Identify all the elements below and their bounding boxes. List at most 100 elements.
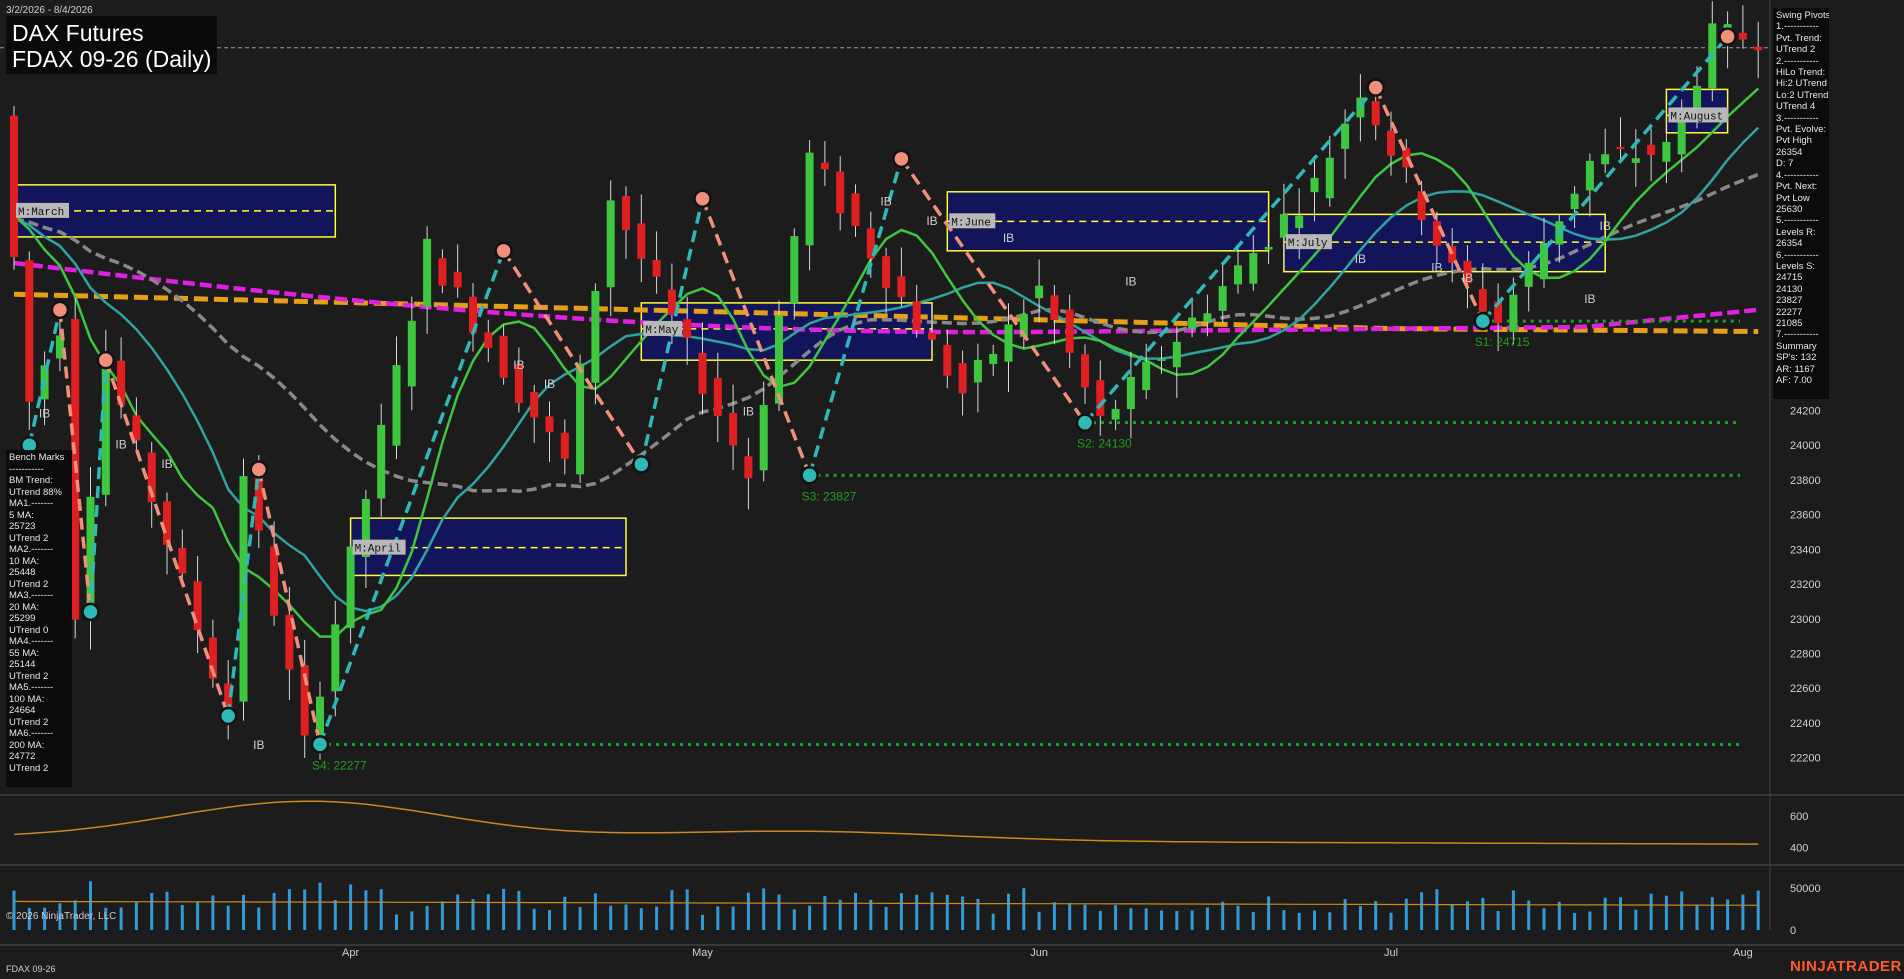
- swing-high-marker: [1366, 78, 1385, 97]
- swing-panel-line: Levels R:: [1776, 226, 1816, 238]
- support-level-label: S4: 22277: [312, 758, 367, 772]
- candle-body: [606, 200, 615, 288]
- bench-panel-line: UTrend 2: [9, 716, 49, 728]
- swing-panel-line: 1.-----------: [1776, 21, 1819, 33]
- candle-body: [958, 363, 967, 394]
- volume-bar: [226, 905, 230, 930]
- volume-bar: [1052, 902, 1056, 930]
- swing-panel-line: 5.-----------: [1776, 215, 1819, 227]
- y-tick-label: 23200: [1790, 579, 1821, 591]
- volume-bar: [349, 884, 353, 930]
- candle-body: [1234, 265, 1242, 285]
- candle-body: [1738, 32, 1747, 40]
- bench-panel-line: 55 MA:: [9, 647, 40, 659]
- swing-low-marker: [1473, 311, 1493, 331]
- swing-low-marker: [310, 735, 330, 754]
- price-chart[interactable]: M:March M:April M:May M:June M:July M:August S…: [0, 0, 1904, 979]
- volume-bar: [440, 901, 444, 930]
- ib-label: IB: [1431, 261, 1442, 275]
- ib-label: IB: [1125, 275, 1136, 289]
- candle-body: [1570, 193, 1579, 209]
- volume-bar: [1542, 908, 1546, 930]
- volume-bar: [1236, 905, 1240, 930]
- candle-body: [1157, 359, 1166, 361]
- candle-body: [1387, 130, 1395, 156]
- ib-label: IB: [513, 358, 524, 372]
- candle-body: [453, 271, 462, 288]
- volume-bar: [1129, 908, 1133, 930]
- volume-bar: [1098, 910, 1102, 930]
- volume-bar: [333, 899, 337, 930]
- bench-panel-line: BM Trend:: [9, 475, 53, 486]
- candle-body: [790, 236, 799, 304]
- atr-axis-label: 400: [1790, 842, 1808, 854]
- volume-bar: [272, 893, 276, 930]
- ib-label: IB: [1600, 219, 1611, 233]
- x-tick-label: Apr: [342, 947, 359, 959]
- swing-panel-line: D: 7: [1776, 158, 1794, 170]
- volume-bar: [1267, 896, 1271, 930]
- candle-body: [377, 424, 386, 499]
- volume-axis-label: 50000: [1790, 883, 1821, 895]
- volume-bar: [471, 899, 475, 930]
- swing-panel-line: AR: 1167: [1776, 363, 1815, 375]
- candle-body: [713, 377, 722, 417]
- ib-label: IB: [1462, 271, 1473, 285]
- volume-bar: [777, 894, 781, 930]
- bench-panel-line: MA1.-------: [9, 498, 54, 509]
- candle-body: [973, 359, 982, 383]
- candle-body: [912, 301, 921, 331]
- bench-panel-line: UTrend 2: [9, 670, 49, 682]
- candle-body: [1264, 246, 1273, 250]
- candle-body: [10, 115, 18, 257]
- volume-bar: [502, 888, 506, 930]
- candle-body: [1509, 294, 1518, 333]
- ib-label: IB: [880, 195, 891, 209]
- volume-bar: [823, 895, 827, 930]
- candle-body: [1050, 295, 1059, 321]
- volume-bar: [1573, 913, 1577, 930]
- svg-text:M:April: M:April: [355, 544, 401, 556]
- bench-panel-line: 24664: [9, 705, 36, 716]
- swing-panel-line: 22277: [1776, 306, 1803, 318]
- volume-bar: [1466, 901, 1469, 930]
- bench-panel-line: UTrend 88%: [9, 486, 62, 498]
- swing-panel-line: 25630: [1776, 203, 1803, 215]
- volume-bar: [1282, 910, 1286, 930]
- candle-body: [499, 335, 508, 378]
- candle-body: [560, 432, 569, 459]
- ib-label: IB: [253, 738, 264, 752]
- volume-bar: [1496, 910, 1500, 930]
- bench-panel-line: 10 MA:: [9, 555, 40, 567]
- bench-marks-panel: Bench Marks ----------- BM Trend: UTrend 88…: [6, 450, 72, 787]
- volume-bar: [1297, 912, 1301, 930]
- volume-bar: [945, 894, 949, 930]
- candle-body: [1662, 141, 1671, 162]
- volume-bar: [670, 890, 674, 930]
- x-tick-label: Jun: [1030, 947, 1048, 959]
- volume-bar: [180, 904, 184, 930]
- svg-text:M:June: M:June: [951, 217, 991, 229]
- candle-body: [1188, 317, 1197, 330]
- volume-bar: [425, 906, 429, 930]
- candle-body: [1172, 341, 1181, 368]
- bench-panel-line: -----------: [9, 463, 44, 475]
- bench-panel-line: MA3.-------: [9, 590, 54, 601]
- candle-body: [25, 260, 34, 402]
- candle-body: [1295, 215, 1304, 229]
- volume-bar: [1175, 910, 1179, 930]
- volume-bar: [1588, 911, 1592, 930]
- y-tick-label: 23800: [1790, 475, 1821, 487]
- swing-panel-line: UTrend 4: [1776, 101, 1816, 113]
- bench-panel-line: 25448: [9, 567, 36, 578]
- volume-bar: [930, 892, 934, 930]
- volume-bar: [808, 905, 812, 930]
- swing-high-marker: [96, 350, 116, 370]
- volume-bar: [196, 901, 200, 930]
- volume-bar: [1083, 904, 1087, 930]
- swing-panel-line: 26354: [1776, 238, 1803, 250]
- bench-panel-line: 5 MA:: [9, 509, 34, 521]
- swing-panel-line: 24715: [1776, 272, 1803, 284]
- swing-panel-line: 21085: [1776, 317, 1803, 329]
- volume-bar: [609, 905, 613, 930]
